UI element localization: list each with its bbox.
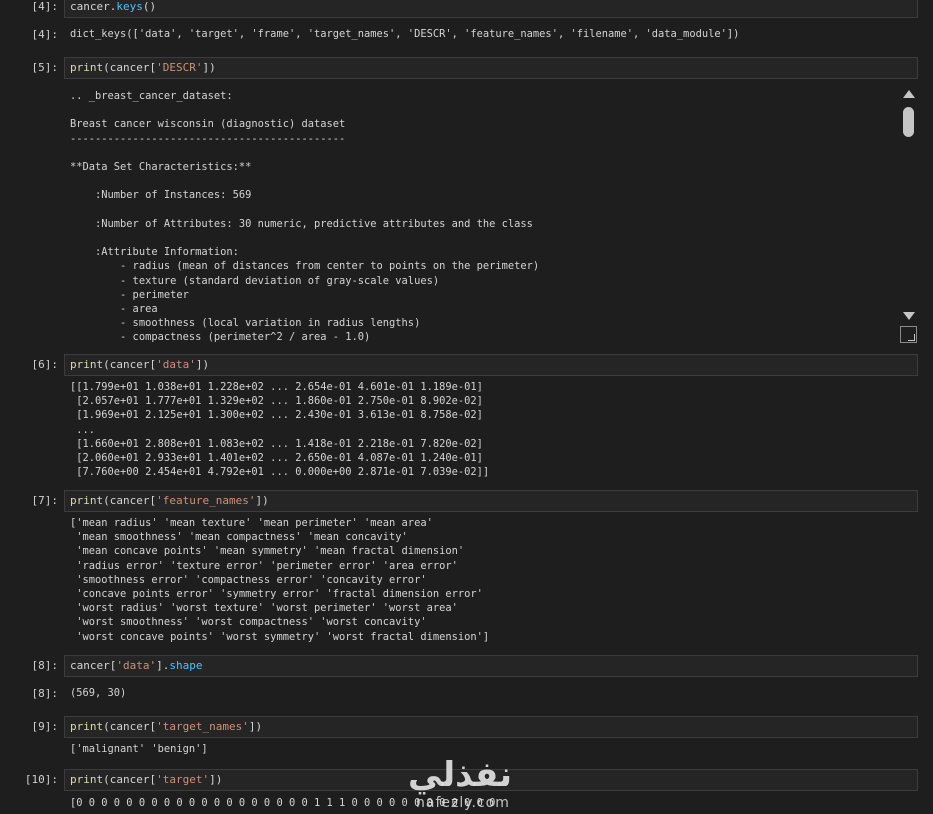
code-token: 'data' <box>156 358 196 371</box>
code-token: 'feature_names' <box>156 494 256 507</box>
code-token: print <box>70 494 104 507</box>
code-cell-5[interactable]: print(cancer['DESCR']) <box>64 57 918 79</box>
watermark-arabic: نفذلي <box>408 755 513 795</box>
output-text-4: dict_keys(['data', 'target', 'frame', 't… <box>70 28 740 40</box>
output-text-8: (569, 30) <box>70 687 127 699</box>
code-token: (cancer[ <box>103 720 157 733</box>
output-scrollbar[interactable] <box>900 86 918 324</box>
code-token: 'target' <box>156 773 210 786</box>
output-prompt-4: [4]: <box>31 28 59 41</box>
code-token: (cancer[ <box>103 358 157 371</box>
output-prompt-8: [8]: <box>31 687 59 700</box>
scrollable-output-5[interactable]: .. _breast_cancer_dataset: Breast cancer… <box>64 86 919 344</box>
input-prompt-7: [7]: <box>31 494 59 507</box>
code-token: ]) <box>209 773 223 786</box>
input-prompt-4: [4]: <box>31 0 59 13</box>
input-prompt-6: [6]: <box>31 358 59 371</box>
code-token: print <box>70 720 104 733</box>
code-token: (cancer[ <box>103 773 157 786</box>
code-token: cancer[ <box>70 659 117 672</box>
code-cell-7[interactable]: print(cancer['feature_names']) <box>64 490 918 512</box>
input-prompt-10: [10]: <box>24 773 58 786</box>
code-cell-4[interactable]: cancer.keys() <box>64 0 918 18</box>
code-token: (cancer[ <box>103 494 157 507</box>
code-token: ]) <box>255 494 269 507</box>
resize-handle-icon[interactable] <box>900 326 917 343</box>
output-text-9: ['malignant' 'benign'] <box>70 743 208 755</box>
watermark-logo: نفذلي nafezly.com <box>408 755 528 813</box>
code-token: keys <box>116 0 143 13</box>
code-token: () <box>142 0 157 13</box>
code-token: ]) <box>202 61 216 74</box>
output-text-7: ['mean radius' 'mean texture' 'mean peri… <box>70 517 490 643</box>
code-token: ]) <box>195 358 210 371</box>
output-text-5: .. _breast_cancer_dataset: Breast cancer… <box>70 90 540 344</box>
code-cell-6[interactable]: print(cancer['data']) <box>64 354 918 376</box>
scrollbar-thumb[interactable] <box>903 107 914 137</box>
code-token: ]. <box>156 659 170 672</box>
code-token: 'data' <box>116 659 157 672</box>
output-text-6: [[1.799e+01 1.038e+01 1.228e+02 ... 2.65… <box>70 381 490 479</box>
input-prompt-5: [5]: <box>31 61 59 74</box>
code-token: 'target_names' <box>156 720 249 733</box>
watermark-latin: nafezly.com <box>416 795 510 811</box>
code-token: (cancer[ <box>103 61 157 74</box>
scroll-down-arrow-icon[interactable] <box>903 312 915 320</box>
code-token: shape <box>169 659 203 672</box>
code-cell-9[interactable]: print(cancer['target_names']) <box>64 716 918 738</box>
code-token: 'DESCR' <box>156 61 203 74</box>
input-prompt-9: [9]: <box>31 720 59 733</box>
code-token: ]) <box>248 720 263 733</box>
scroll-up-arrow-icon[interactable] <box>903 90 915 98</box>
code-token: print <box>70 773 104 786</box>
code-token: print <box>70 358 104 371</box>
code-token: print <box>70 61 104 74</box>
code-token: cancer. <box>70 0 117 13</box>
input-prompt-8: [8]: <box>31 659 59 672</box>
code-cell-8[interactable]: cancer['data'].shape <box>64 655 918 677</box>
